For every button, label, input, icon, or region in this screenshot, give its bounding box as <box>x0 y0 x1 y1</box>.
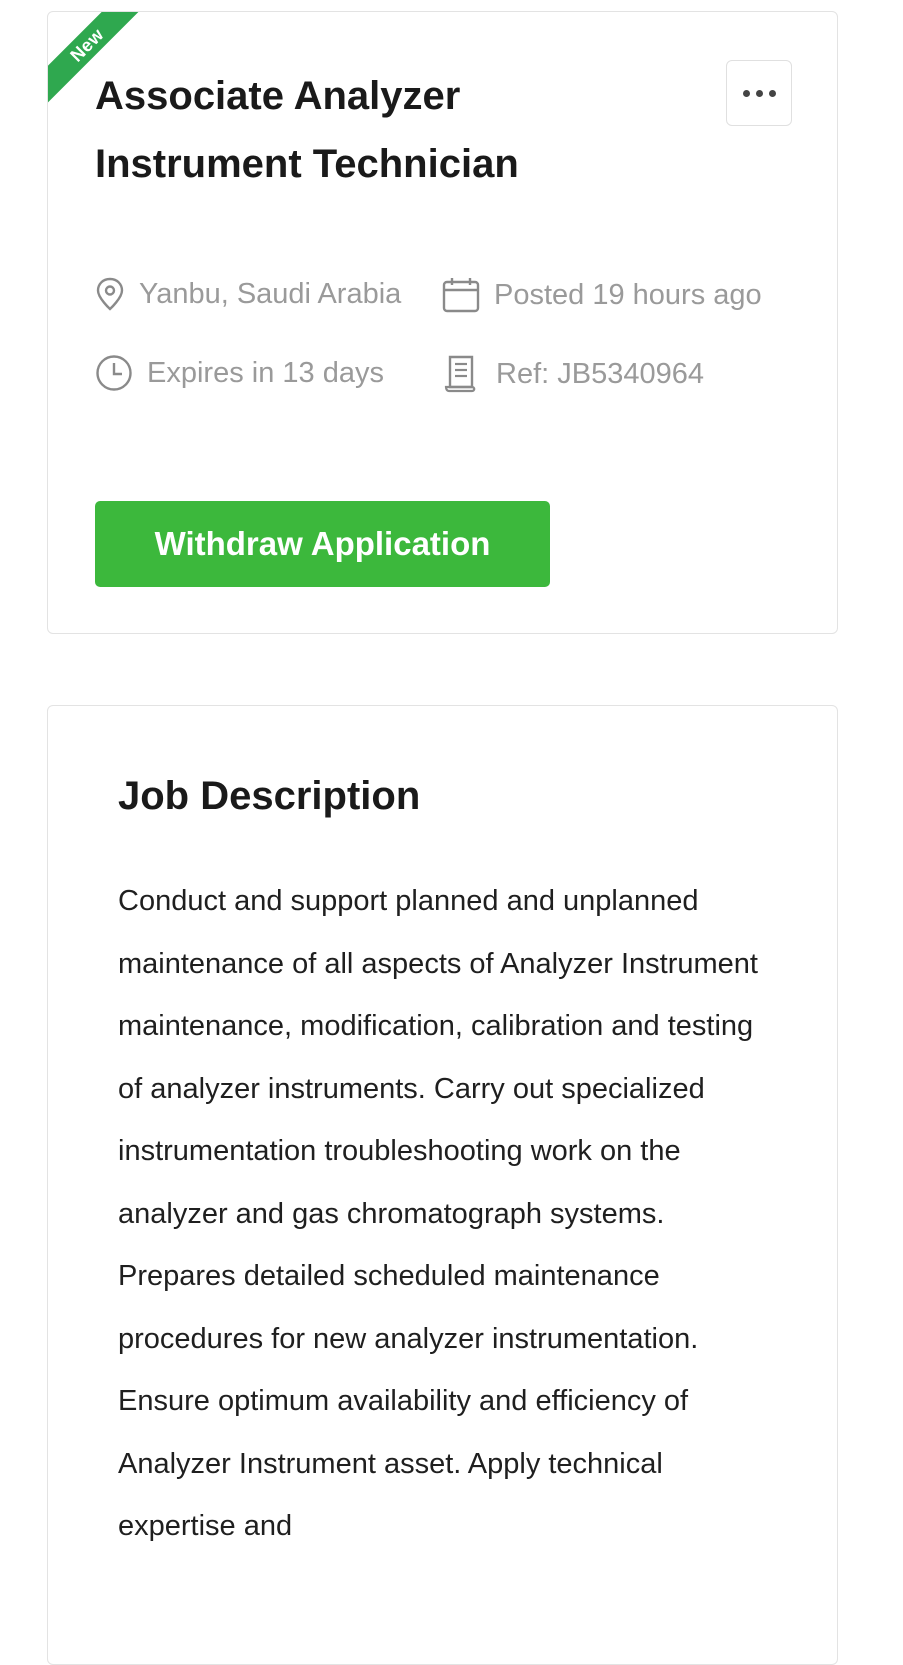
withdraw-application-button[interactable]: Withdraw Application <box>95 501 550 587</box>
job-expires-text: Expires in 13 days <box>147 356 384 389</box>
document-icon <box>444 355 476 393</box>
job-expires: Expires in 13 days <box>95 354 384 392</box>
map-pin-icon <box>96 277 124 311</box>
more-options-button[interactable] <box>726 60 792 126</box>
job-reference-text: Ref: JB5340964 <box>496 357 704 390</box>
job-posted-text: Posted 19 hours ago <box>494 278 762 311</box>
job-summary-card: New Associate Analyzer Instrument Techni… <box>47 11 838 634</box>
job-location: Yanbu, Saudi Arabia <box>95 277 401 311</box>
job-location-text: Yanbu, Saudi Arabia <box>139 277 402 310</box>
job-description-card: Job Description Conduct and support plan… <box>47 705 838 1665</box>
job-description-text: Conduct and support planned and unplanne… <box>118 885 758 1542</box>
more-options-icon <box>742 89 750 97</box>
job-description-heading: Job Description <box>118 774 421 818</box>
job-title: Associate Analyzer Instrument Technician <box>95 74 519 186</box>
job-reference: Ref: JB5340964 <box>442 354 704 394</box>
job-posted: Posted 19 hours ago <box>442 277 762 313</box>
calendar-icon <box>442 278 480 313</box>
clock-icon <box>96 355 132 391</box>
